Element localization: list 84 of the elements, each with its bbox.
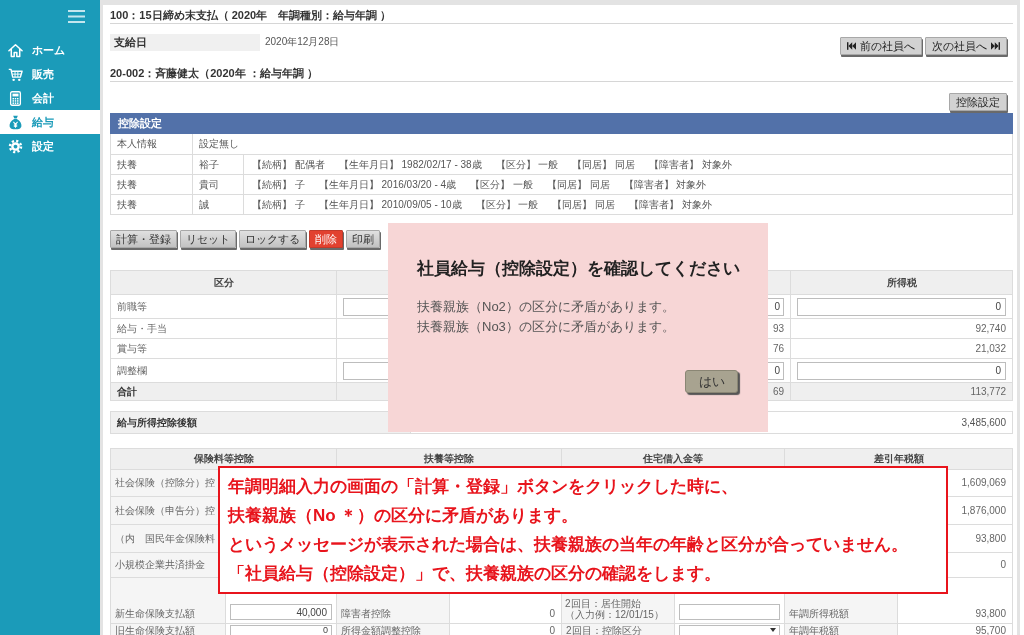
dependent-detail: 【障害者】 対象外: [649, 157, 732, 172]
input-field[interactable]: [343, 297, 391, 316]
table-cell: 扶養: [111, 155, 193, 174]
next-button[interactable]: 次の社員へ: [925, 37, 1007, 55]
table-cell-text: 設定無し: [198, 137, 240, 151]
deduction-settings-button[interactable]: 控除設定: [949, 93, 1007, 111]
dependent-detail: 【障害者】 対象外: [623, 177, 707, 192]
cart-icon: [8, 66, 23, 82]
input-field[interactable]: [343, 361, 391, 380]
action-button[interactable]: リセット: [180, 230, 236, 248]
table-cell: 給与・手当: [111, 319, 337, 338]
skip-start-icon: [847, 42, 856, 50]
dependent-detail: 【同居】 同居: [572, 157, 636, 172]
dependent-detail: 【続柄】 子: [252, 177, 305, 192]
input-field[interactable]: 0: [797, 297, 1006, 316]
action-button[interactable]: 計算・登録: [110, 230, 177, 248]
employee-title: 20-002：斉藤健太（2020年 ：給与年調 ）: [110, 67, 1013, 82]
dependent-detail: 【区分】 一般: [475, 197, 539, 212]
previous-button[interactable]: 前の社員へ: [840, 37, 922, 55]
table-cell-text: 21,032: [974, 342, 1007, 356]
table-cell: 合計: [111, 383, 337, 400]
house-icon: [8, 42, 23, 58]
dialog-message: 扶養親族（No2）の区分に矛盾があります。: [417, 298, 675, 316]
cell-label: 2回目：居住開始: [565, 598, 641, 609]
input-field[interactable]: [679, 604, 780, 620]
table-cell: 扶養: [111, 195, 193, 214]
dialog-title: 社員給与（控除設定）を確認してください: [417, 259, 740, 279]
dependent-detail: 【区分】 一般: [495, 157, 559, 172]
cell-note: （入力例：12/01/15）: [565, 609, 664, 620]
table-cell-text: 3,485,600: [960, 416, 1007, 430]
gear-icon: [8, 138, 23, 154]
menu-icon[interactable]: [68, 10, 85, 23]
field-value: 2020年12月28日: [265, 35, 340, 48]
table-cell: 扶養: [111, 175, 193, 194]
table-cell-text: 1,876,000: [960, 503, 1007, 518]
table-cell: 裕子: [193, 155, 244, 174]
table-cell: 2回目：控除区分: [562, 624, 675, 635]
page-title: 100：15日締め末支払（ 2020年 年調種別：給与年調 ）: [110, 9, 1013, 24]
table-cell-text: 93,800: [974, 531, 1007, 546]
column-header: 差引年税額: [872, 452, 925, 466]
table-cell: 本人情報: [111, 134, 193, 154]
annotation-line: というメッセージが表示された場合は、扶養親族の当年の年齢と区分が合っていません。: [228, 534, 908, 556]
input-field[interactable]: 0: [797, 361, 1006, 380]
table-cell: 年調年税額: [785, 624, 898, 635]
calculator-icon: [8, 90, 23, 106]
table-cell-text: 92,740: [974, 322, 1007, 336]
dependent-detail: 【生年月日】 2010/09/05 - 10歳: [318, 197, 462, 212]
table-cell-text: 93,800: [974, 607, 1007, 621]
table-cell: 新生命保険支払額: [111, 578, 226, 623]
input-field[interactable]: 0: [230, 624, 332, 635]
dependent-detail: 【同居】 同居: [546, 177, 610, 192]
dependent-detail: 【同居】 同居: [552, 197, 616, 212]
annotation-line: 年調明細入力の画面の「計算・登録」ボタンをクリックした時に、: [228, 476, 738, 498]
dependent-detail: 【障害者】 対象外: [629, 197, 712, 212]
annotation-line: 扶養親族（No ＊）の区分に矛盾があります。: [228, 505, 579, 527]
dependent-detail: 【続柄】 子: [252, 197, 305, 212]
table-cell: 賞与等: [111, 339, 337, 358]
dependent-detail: 【生年月日】 2016/03/20 - 4歳: [318, 177, 457, 192]
input-field[interactable]: 40,000: [230, 604, 332, 620]
select-field[interactable]: [679, 624, 780, 635]
table-cell: 所得金額調整控除: [337, 624, 450, 635]
yes-button[interactable]: はい: [685, 370, 738, 393]
table-cell-text: 113,772: [969, 385, 1007, 399]
dependent-detail: 【続柄】 配偶者: [252, 157, 325, 172]
action-button[interactable]: ロックする: [239, 230, 306, 248]
dependent-detail: 【区分】 一般: [470, 177, 533, 192]
caret-icon: [770, 628, 776, 632]
table-cell-text: 1,609,069: [960, 476, 1007, 490]
delete-button[interactable]: 削除: [309, 230, 343, 248]
field-label: 支給日: [110, 34, 260, 51]
money-bag-icon: [8, 114, 23, 130]
column-header: 所得税: [885, 275, 918, 290]
table-cell: 給与所得控除後額: [111, 412, 411, 433]
dependent-detail: 【生年月日】 1982/02/17 - 38歳: [338, 157, 482, 172]
table-cell: 前職等: [111, 295, 337, 318]
table-cell: 貴司: [193, 175, 244, 194]
table-cell-text: 95,700: [974, 624, 1007, 635]
table-cell: 旧生命保険支払額: [111, 624, 226, 635]
table-cell: 誠: [193, 195, 244, 214]
section-header: 控除設定: [110, 113, 1013, 134]
action-button[interactable]: 印刷: [346, 230, 380, 248]
table-cell-text: 0: [999, 558, 1007, 572]
skip-end-icon: [991, 42, 1000, 50]
column-header: 区分: [111, 271, 337, 294]
